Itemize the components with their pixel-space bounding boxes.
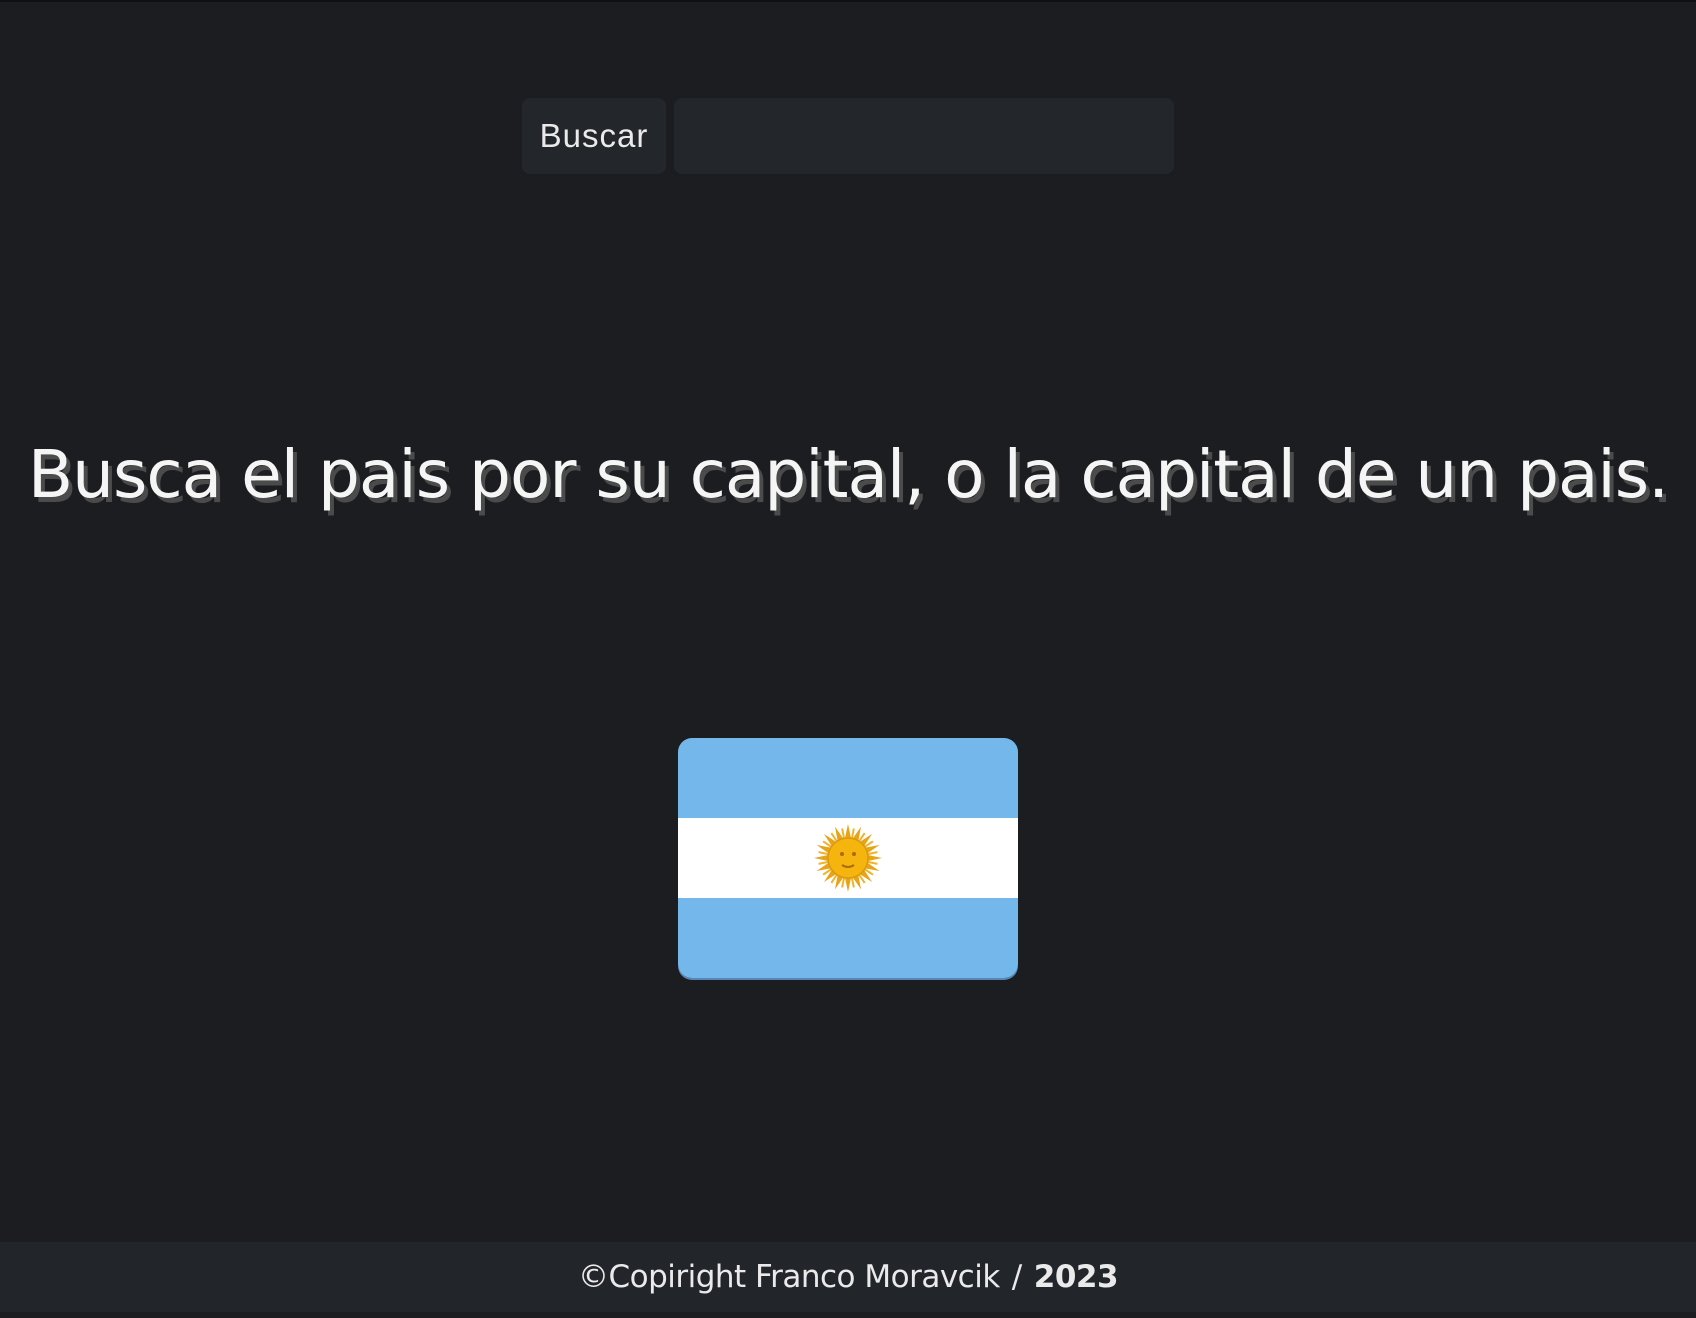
footer-copyright: ©Copiright Franco Moravcik [577,1259,1000,1295]
top-divider [0,0,1696,2]
footer: ©Copiright Franco Moravcik / 2023 [0,1242,1696,1312]
page: Buscar Busca el pais por su capital, o l… [0,0,1696,1318]
search-button[interactable]: Buscar [522,98,666,174]
argentina-flag-icon [678,738,1018,978]
search-bar: Buscar [522,98,1174,174]
flag-bottom-stripe [678,898,1018,978]
page-headline: Busca el pais por su capital, o la capit… [27,436,1669,513]
footer-separator: / [1011,1259,1022,1295]
bottom-divider [0,1312,1696,1318]
sun-of-may-icon [814,824,882,892]
flag-top-stripe [678,738,1018,818]
footer-year: 2023 [1033,1259,1119,1295]
flag-graphic [678,738,1018,978]
search-input[interactable] [674,98,1174,174]
